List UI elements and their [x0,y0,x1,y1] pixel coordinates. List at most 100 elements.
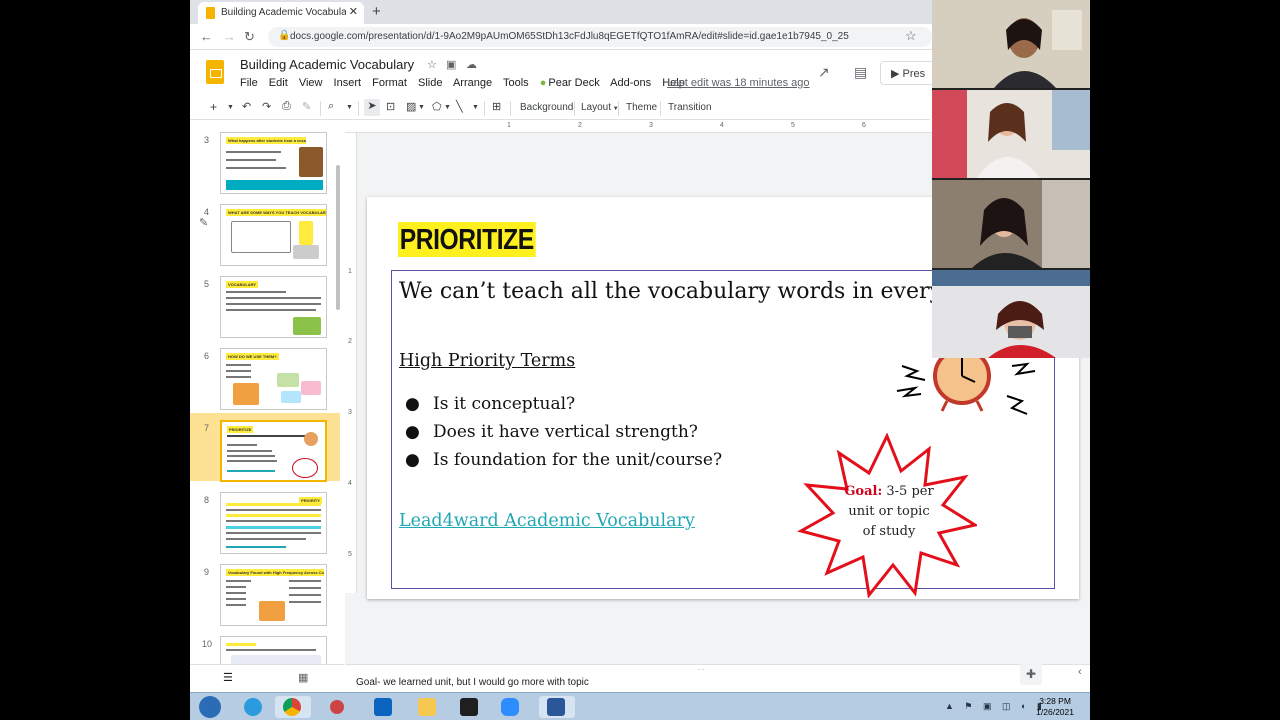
collapse-side-panel-icon[interactable]: ‹ [1078,666,1082,678]
star-icon[interactable]: ☆ [427,58,437,71]
participant-video-tile[interactable] [932,270,1090,358]
bullet-dot-icon: ● [405,422,420,442]
taskbar-word[interactable] [539,696,575,718]
new-slide-dropdown-icon[interactable]: ▼ [227,104,234,111]
folder-icon [418,698,436,716]
image-dropdown-icon[interactable]: ▼ [418,104,425,111]
lead4ward-link[interactable]: Lead4ward Academic Vocabulary [399,511,695,531]
text-box-icon[interactable]: ⊡ [386,100,395,113]
document-title[interactable]: Building Academic Vocabulary [240,57,414,72]
last-edit-link[interactable]: Last edit was 18 minutes ago [667,77,809,89]
line-dropdown-icon[interactable]: ▼ [472,104,479,111]
thumbnail-text-line [227,460,277,462]
menu-edit[interactable]: Edit [269,77,288,89]
menu-view[interactable]: View [299,77,323,89]
menu-format[interactable]: Format [372,77,407,89]
move-folder-icon[interactable]: ▣ [446,58,456,71]
google-slides-logo-icon[interactable] [206,60,224,84]
thumbnail-image [231,655,321,664]
thumbnail-text-line [226,509,321,511]
reload-icon[interactable]: ↻ [244,29,255,45]
start-button[interactable] [194,696,226,718]
new-tab-button[interactable]: + [372,3,381,20]
menu-insert[interactable]: Insert [334,77,362,89]
tab-close-icon[interactable]: ✕ [349,5,358,18]
taskbar-internet-explorer[interactable] [236,696,272,718]
background-button[interactable]: Background [520,102,573,113]
comments-icon[interactable]: ▤ [854,64,867,81]
participant-video-tile[interactable] [932,90,1090,178]
filmstrip-slide-3[interactable]: 3 What happens after students hear a voc… [190,125,340,194]
layout-button[interactable]: Layout ▼ [581,102,619,113]
acrobat-icon [460,698,478,716]
speaker-notes-text[interactable]: Goal- we learned unit, but I would go mo… [356,677,589,688]
menu-tools[interactable]: Tools [503,77,529,89]
windows-logo-icon [199,696,221,718]
pear-deck-icon: ● [539,77,547,89]
comment-add-icon[interactable]: ⊞ [492,100,501,113]
shape-dropdown-icon[interactable]: ▼ [444,104,451,111]
browser-tab[interactable]: Building Academic Vocabulary - G ✕ [198,2,364,24]
activity-trend-icon[interactable]: ↗ [818,64,830,81]
filmstrip-slide-6[interactable]: 6 HOW DO WE USE THEM? [190,341,340,410]
menu-arrange[interactable]: Arrange [453,77,492,89]
present-button[interactable]: ▶ Pres [880,61,940,85]
filmstrip-slide-5[interactable]: 5 VOCABULARY [190,269,340,338]
list-view-icon[interactable]: ☰ [223,671,233,684]
menu-add-ons[interactable]: Add-ons [610,77,651,89]
zoom-dropdown-icon[interactable]: ▼ [346,104,353,111]
transition-button[interactable]: Transition [668,102,712,113]
menu-pear-deck[interactable]: Pear Deck [548,77,599,89]
grid-view-icon[interactable]: ▦ [298,671,308,684]
taskbar-file-explorer[interactable] [410,696,446,718]
filmstrip-slide-8[interactable]: 8 PRIORITY [190,485,340,554]
line-icon[interactable]: ╲ [456,100,463,113]
menu-file[interactable]: File [240,77,258,89]
url-input[interactable]: 🔒 docs.google.com/presentation/d/1-9Ao2M… [268,27,932,47]
system-tray-icons[interactable]: ▲ ⚑ ▣ ◫ ◐ ▮ [945,701,1046,712]
filmstrip-slide-10[interactable]: 10 [190,629,340,664]
thumbnail-link-line [227,470,275,472]
clock-leg [940,400,949,412]
zoom-icon[interactable]: ⌕ [328,100,334,113]
speaker-notes[interactable]: Goal- we learned unit, but I would go mo… [345,664,1090,692]
taskbar-clock[interactable]: 3:28 PM 1/26/2021 [1036,696,1074,718]
filmstrip-slide-7-selected[interactable]: 7 PRIORITIZE [190,413,340,482]
print-icon[interactable]: ⎙ [282,100,291,113]
speaker-edit-icon[interactable]: ✎ [199,216,208,229]
participant-video-tile[interactable] [932,0,1090,88]
redo-icon[interactable]: ↷ [262,100,271,113]
menu-slide[interactable]: Slide [418,77,442,89]
explore-assistant-icon[interactable]: ✚ [1020,663,1042,685]
filmstrip-slide-4[interactable]: 4 WHAT ARE SOME WAYS YOU TEACH VOCABULAR… [190,197,340,266]
bookmark-star-icon[interactable]: ☆ [905,28,917,44]
filmstrip-scrollbar[interactable] [336,165,340,310]
taskbar-snipping-tool[interactable] [322,696,358,718]
slide-title[interactable]: PRIORITIZE [398,222,536,257]
taskbar-chrome[interactable] [275,696,311,718]
select-cursor-icon[interactable]: ➤ [364,99,380,116]
theme-button[interactable]: Theme [626,102,657,113]
filmstrip-slide-9[interactable]: 9 Vocabulary Found with High Frequency A… [190,557,340,626]
slide-thumbnail: What happens after students hear a vocab… [220,132,327,194]
filmstrip-footer: ☰ ▦ [190,664,344,692]
layout-label: Layout [581,102,612,113]
thumbnail-clock-image [304,432,318,446]
taskbar-acrobat[interactable] [452,696,488,718]
ruler-number: 6 [862,122,866,129]
thumbnail-text-line [226,364,251,366]
new-slide-plus-icon[interactable]: + [210,100,217,114]
undo-icon[interactable]: ↶ [242,100,251,113]
cloud-status-icon[interactable]: ☁ [466,58,477,71]
taskbar-outlook[interactable] [366,696,402,718]
taskbar-zoom[interactable] [493,696,529,718]
forward-arrow-icon[interactable]: → [223,29,236,44]
thumbnail-title: WHAT ARE SOME WAYS YOU TEACH VOCABULARY? [226,209,326,216]
notes-resize-handle-icon[interactable]: ⋯ [697,665,705,674]
shape-icon[interactable]: ⬠ [432,100,442,113]
image-icon[interactable]: ▨ [406,100,416,113]
thumbnail-title: PRIORITIZE [227,426,254,433]
back-arrow-icon[interactable]: ← [200,29,213,44]
participant-video-tile[interactable] [932,180,1090,268]
paint-format-icon[interactable]: ✎ [302,100,311,113]
